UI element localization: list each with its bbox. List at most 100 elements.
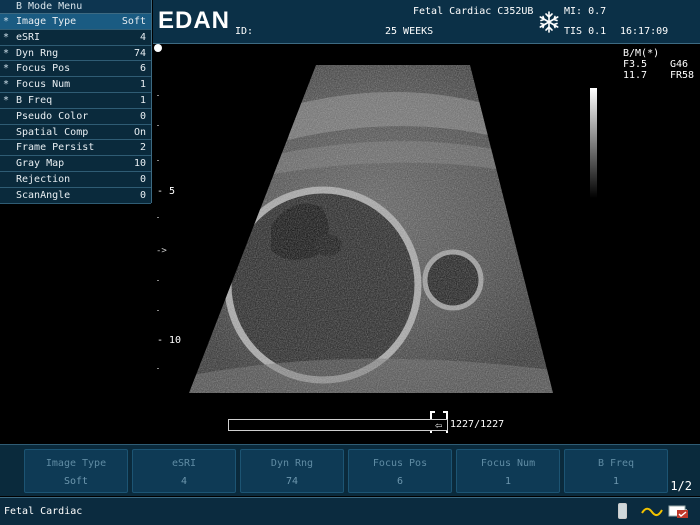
- softkey-value: Soft: [63, 476, 89, 487]
- b-mode-menu: B Mode Menu * Image Type Soft * eSRI 4 * Dyn Rn…: [0, 0, 152, 204]
- menu-item-label: Gray Map: [16, 158, 65, 170]
- menu-item-value: 6: [139, 63, 146, 75]
- menu-item-label: Image Type: [16, 16, 77, 27]
- clock: 16:17:09: [620, 26, 669, 37]
- menu-item-esri[interactable]: * eSRI 4: [0, 30, 151, 46]
- menu-item-label: Spatial Comp: [16, 126, 89, 138]
- frequency: F3.5: [623, 59, 648, 70]
- depth-tick: [157, 160, 159, 161]
- menu-item-focus-pos[interactable]: * Focus Pos 6: [0, 61, 151, 78]
- menu-item-label: eSRI: [16, 31, 41, 43]
- orientation-marker: [154, 44, 162, 52]
- menu-item-value: 1: [139, 79, 146, 91]
- menu-item-value: 4: [139, 31, 146, 43]
- gestational-age: 25 WEEKS: [385, 26, 434, 37]
- softkey-label: Dyn Rng: [270, 458, 314, 469]
- menu-item-label: ScanAngle: [16, 189, 71, 201]
- menu-item-image-type[interactable]: * Image Type Soft: [0, 14, 151, 30]
- menu-item-value: 10: [133, 158, 146, 170]
- header-bar: EDAN ID: Fetal Cardiac C352UB 25 WEEKS M…: [153, 0, 700, 44]
- focus-marker: ->: [156, 246, 167, 256]
- softkey-label: Focus Num: [480, 458, 536, 469]
- softkey-focus-pos[interactable]: Focus Pos 6: [348, 449, 452, 493]
- menu-item-spatial-comp[interactable]: Spatial Comp On: [0, 125, 151, 141]
- menu-item-star: *: [3, 16, 10, 27]
- menu-title: B Mode Menu: [0, 0, 151, 14]
- softkey-image-type[interactable]: Image Type Soft: [24, 449, 128, 493]
- depth-label-5: - 5: [157, 186, 176, 197]
- softkey-label: eSRI: [171, 458, 197, 469]
- menu-item-star: *: [3, 79, 10, 91]
- battery-icon: [668, 503, 690, 519]
- softkey-focus-num[interactable]: Focus Num 1: [456, 449, 560, 493]
- menu-item-label: Dyn Rng: [16, 47, 59, 59]
- depth-tick: [157, 368, 159, 369]
- softkey-value: 74: [285, 476, 299, 487]
- softkey-dyn-rng[interactable]: Dyn Rng 74: [240, 449, 344, 493]
- menu-item-value: 0: [139, 173, 146, 185]
- menu-item-value: Soft: [121, 16, 146, 27]
- menu-item-value: 1: [139, 94, 146, 106]
- menu-item-value: 2: [139, 142, 146, 154]
- mode-indicator: B/M(*): [623, 48, 660, 59]
- menu-item-star: *: [3, 47, 10, 59]
- menu-item-label: Focus Pos: [16, 63, 71, 75]
- menu-item-frame-persist[interactable]: Frame Persist 2: [0, 140, 151, 157]
- menu-item-focus-num[interactable]: * Focus Num 1: [0, 77, 151, 93]
- softkey-value: 6: [396, 476, 404, 487]
- menu-item-rejection[interactable]: Rejection 0: [0, 172, 151, 188]
- softkey-b-freq[interactable]: B Freq 1: [564, 449, 668, 493]
- depth-tick: [157, 280, 159, 281]
- exam-probe: Fetal Cardiac C352UB: [413, 6, 534, 17]
- cine-handle-icon[interactable]: ⇦: [435, 418, 442, 432]
- menu-item-label: Pseudo Color: [16, 110, 89, 122]
- gray-scale-bar: [590, 88, 597, 198]
- softkey-bar: Image Type Soft eSRI 4 Dyn Rng 74 Focus Pos 6 Fo…: [0, 444, 700, 496]
- edan-logo: EDAN: [158, 7, 231, 34]
- depth-tick: [157, 125, 159, 126]
- depth-value: 11.7: [623, 70, 648, 81]
- trackball-mode-icon: [640, 501, 664, 525]
- status-bar: Fetal Cardiac: [0, 497, 700, 525]
- menu-item-value: On: [133, 126, 146, 138]
- softkey-label: Focus Pos: [372, 458, 428, 469]
- menu-item-gray-map[interactable]: Gray Map 10: [0, 156, 151, 172]
- menu-item-value: 74: [133, 47, 146, 59]
- page-indicator[interactable]: 1/2: [670, 479, 692, 493]
- softkey-value: 1: [504, 476, 512, 487]
- menu-item-label: Focus Num: [16, 79, 71, 91]
- snowflake-icon: [538, 11, 560, 33]
- menu-item-dyn-rng[interactable]: * Dyn Rng 74: [0, 46, 151, 62]
- menu-item-b-freq[interactable]: * B Freq 1: [0, 93, 151, 109]
- menu-item-label: Frame Persist: [16, 142, 95, 154]
- exam-type: Fetal Cardiac: [4, 506, 83, 517]
- menu-item-pseudo-color[interactable]: Pseudo Color 0: [0, 109, 151, 125]
- menu-item-label: B Freq: [16, 94, 53, 106]
- patient-id-label: ID:: [235, 26, 254, 37]
- depth-label-10: - 10: [157, 335, 182, 346]
- softkey-label: Image Type: [45, 458, 107, 469]
- softkey-label: B Freq: [597, 458, 635, 469]
- mechanical-index: MI: 0.7: [564, 6, 607, 17]
- cine-frame-counter: 1227/1227: [450, 419, 505, 430]
- cine-progress-bar[interactable]: [228, 419, 448, 431]
- softkey-value: 4: [180, 476, 188, 487]
- menu-item-star: *: [3, 63, 10, 75]
- menu-item-star: *: [3, 31, 10, 43]
- menu-item-label: Rejection: [16, 173, 71, 185]
- menu-list: * Image Type Soft * eSRI 4 * Dyn Rng 74 * Focus Po…: [0, 14, 151, 204]
- depth-tick: [157, 95, 159, 96]
- thermal-index: TIS 0.1: [564, 26, 607, 37]
- softkey-value: 1: [612, 476, 620, 487]
- menu-item-scanangle[interactable]: ScanAngle 0: [0, 188, 151, 204]
- softkey-esri[interactable]: eSRI 4: [132, 449, 236, 493]
- depth-tick: [157, 217, 159, 218]
- gain: G46: [670, 59, 689, 70]
- menu-item-star: *: [3, 94, 10, 106]
- depth-tick: [157, 310, 159, 311]
- frame-rate: FR58: [670, 70, 695, 81]
- usb-icon: [618, 503, 627, 519]
- menu-item-value: 0: [139, 110, 146, 122]
- menu-item-value: 0: [139, 189, 146, 201]
- ultrasound-image[interactable]: [153, 45, 700, 445]
